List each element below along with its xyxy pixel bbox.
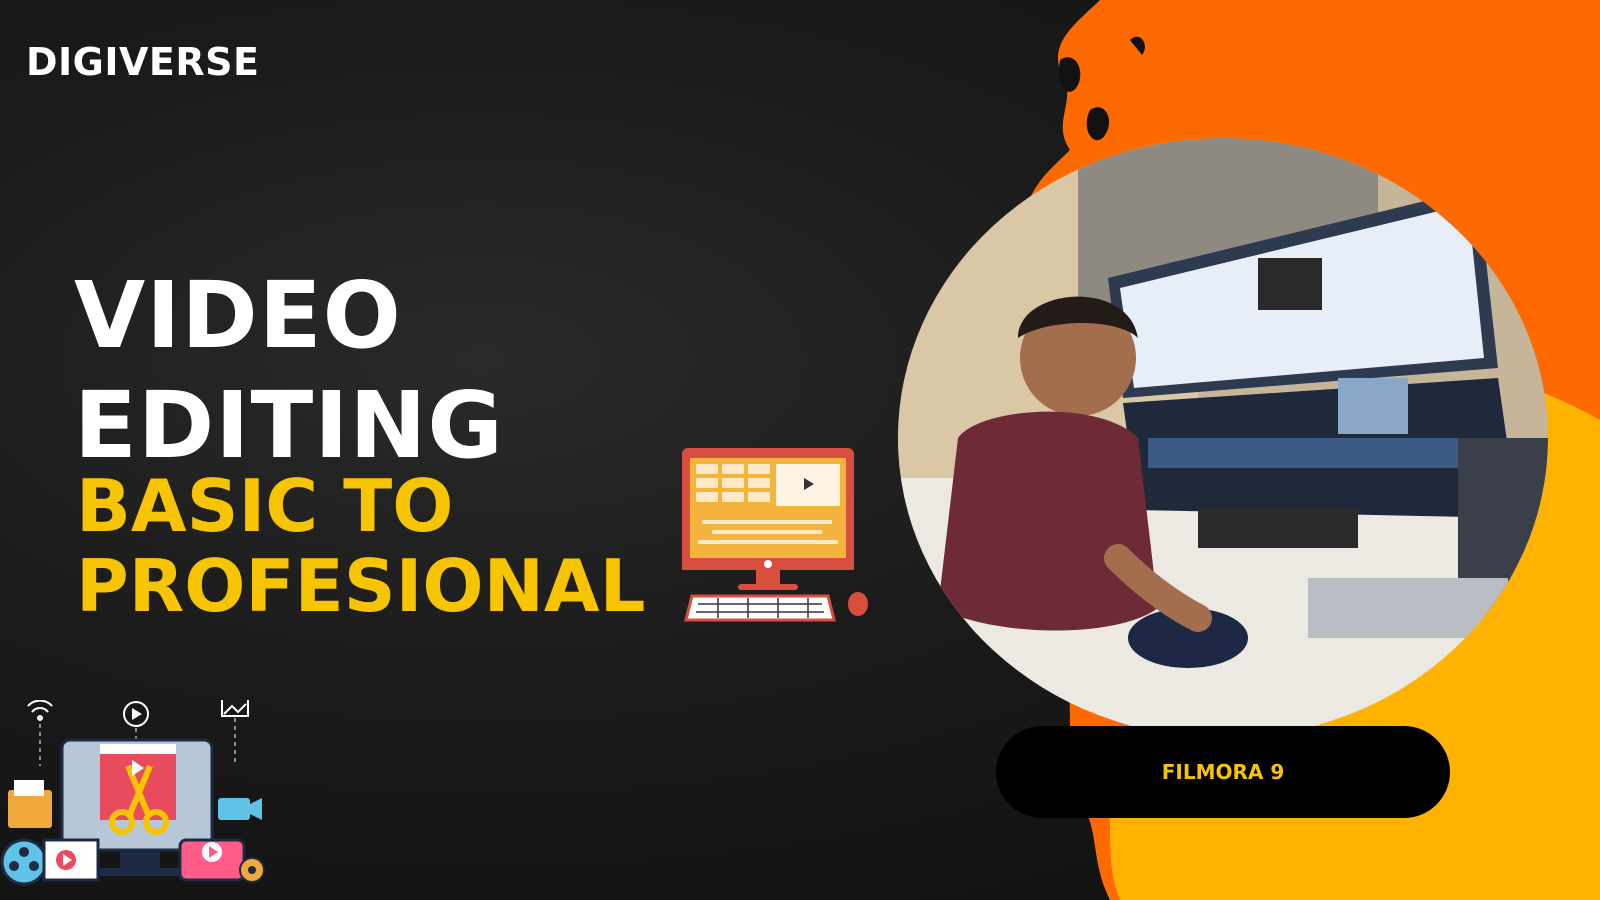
gear-icon [239, 857, 265, 883]
editor-workspace-photo [898, 138, 1548, 738]
camera-icon [218, 798, 262, 820]
folder-icon [8, 780, 52, 828]
image-icon [221, 700, 249, 717]
subheadline-line-1: BASIC TO [76, 464, 454, 548]
film-reel-icon [0, 838, 48, 886]
headline-line-1: VIDEO [74, 262, 402, 369]
thumbnail-canvas: DIGIVERSE VIDEO EDITING BASIC TO PROFESI… [0, 0, 1600, 900]
wifi-icon [27, 700, 53, 721]
video-editing-cluster-icon [0, 700, 265, 886]
software-badge-label: FILMORA 9 [1161, 760, 1285, 784]
headline-line-2: EDITING [74, 372, 504, 479]
brand-logo: DIGIVERSE [26, 40, 260, 84]
play-icon [123, 701, 149, 727]
subheadline-line-2: PROFESIONAL [76, 544, 646, 628]
computer-editing-icon [682, 448, 868, 622]
software-badge: FILMORA 9 [996, 726, 1450, 818]
